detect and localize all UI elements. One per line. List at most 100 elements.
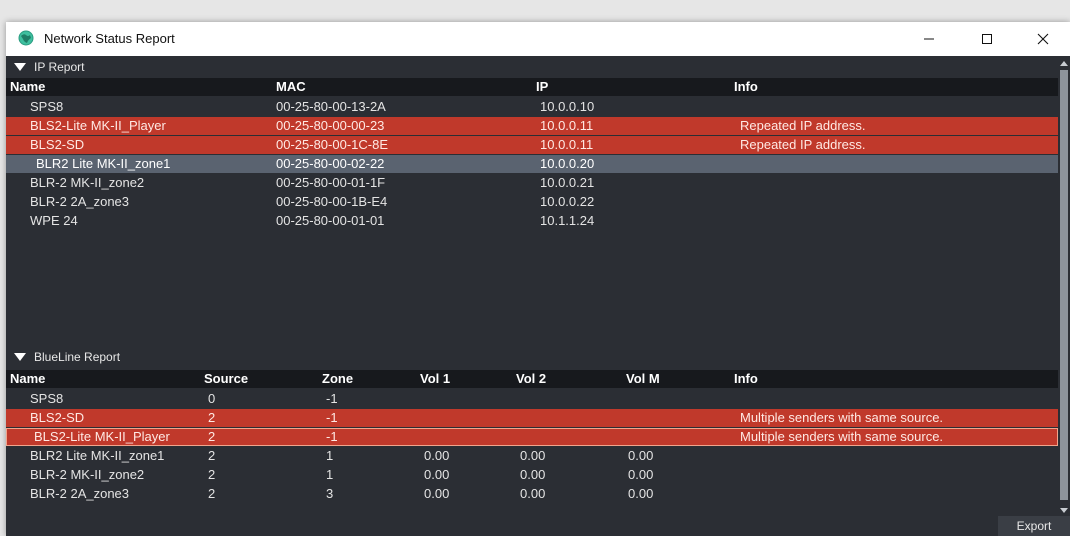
column-vol1[interactable]: Vol 1 [420, 370, 450, 388]
column-source[interactable]: Source [204, 370, 248, 388]
cell-ip: 10.0.0.11 [540, 137, 594, 152]
cell-vol1: 0.00 [424, 486, 450, 501]
cell-source: 2 [208, 429, 216, 444]
cell-zone: 3 [326, 486, 334, 501]
cell-zone: -1 [326, 410, 338, 425]
cell-info: Multiple senders with same source. [740, 429, 944, 444]
cell-volm: 0.00 [628, 486, 654, 501]
cell-info: Multiple senders with same source. [740, 410, 944, 425]
table-row[interactable]: BLS2-Lite MK-II_Player 2 -1 Multiple sender… [6, 428, 1058, 446]
cell-zone: -1 [326, 391, 338, 406]
cell-name: BLR2 Lite MK-II_zone1 [30, 448, 165, 463]
table-row[interactable]: WPE 24 00-25-80-00-01-01 10.1.1.24 [6, 212, 1058, 230]
cell-source: 2 [208, 448, 216, 463]
table-row[interactable]: SPS8 0 -1 [6, 390, 1058, 408]
maximize-icon [981, 33, 993, 45]
ip-report-title: IP Report [34, 60, 85, 74]
cell-vol2: 0.00 [520, 486, 546, 501]
network-globe-icon [18, 30, 34, 46]
scroll-down-icon[interactable] [1059, 506, 1069, 516]
cell-vol1: 0.00 [424, 448, 450, 463]
ip-report-column-header: Name MAC IP Info [6, 78, 1058, 96]
minimize-button[interactable] [906, 22, 952, 56]
column-zone[interactable]: Zone [322, 370, 353, 388]
cell-ip: 10.0.0.10 [540, 99, 595, 114]
cell-name: WPE 24 [30, 213, 78, 228]
cell-mac: 00-25-80-00-1B-E4 [276, 194, 388, 209]
cell-vol1: 0.00 [424, 467, 450, 482]
table-row[interactable]: BLS2-Lite MK-II_Player 00-25-80-00-00-23 1… [6, 117, 1058, 135]
cell-name: BLR-2 2A_zone3 [30, 486, 130, 501]
cell-name: BLR-2 MK-II_zone2 [30, 175, 145, 190]
cell-mac: 00-25-80-00-01-01 [276, 213, 385, 228]
cell-info: Repeated IP address. [740, 137, 866, 152]
table-row[interactable]: BLR-2 2A_zone3 00-25-80-00-1B-E4 10.0.0.22 [6, 193, 1058, 211]
cell-ip: 10.0.0.20 [540, 156, 595, 171]
blueline-report-title: BlueLine Report [34, 350, 121, 364]
cell-zone: -1 [326, 429, 338, 444]
title-bar[interactable]: Network Status Report [6, 22, 1070, 56]
cell-mac: 00-25-80-00-00-23 [276, 118, 385, 133]
blueline-report-column-header: Name Source Zone Vol 1 Vol 2 Vol M Info [6, 370, 1058, 388]
collapse-triangle-icon[interactable] [14, 353, 26, 361]
close-button[interactable] [1020, 22, 1066, 56]
cell-vol2: 0.00 [520, 467, 546, 482]
cell-source: 2 [208, 467, 216, 482]
minimize-icon [923, 33, 935, 45]
cell-volm: 0.00 [628, 467, 654, 482]
table-row[interactable]: BLR-2 MK-II_zone2 2 1 0.00 0.00 0.00 [6, 466, 1058, 484]
scroll-up-icon[interactable] [1059, 58, 1069, 68]
collapse-triangle-icon[interactable] [14, 63, 26, 71]
column-name[interactable]: Name [10, 370, 45, 388]
cell-name: BLS2-SD [30, 410, 85, 425]
column-ip[interactable]: IP [536, 78, 548, 96]
cell-source: 2 [208, 486, 216, 501]
table-row[interactable]: BLR-2 2A_zone3 2 3 0.00 0.00 0.00 [6, 485, 1058, 503]
cell-name: SPS8 [30, 99, 64, 114]
cell-source: 0 [208, 391, 216, 406]
table-row[interactable]: BLR-2 MK-II_zone2 00-25-80-00-01-1F 10.0.0… [6, 174, 1058, 192]
report-content: IP Report Name MAC IP Info SPS8 00-25-80-… [6, 56, 1070, 536]
export-txt-button[interactable]: Export TXT [998, 516, 1070, 536]
cell-name: BLS2-SD [30, 137, 85, 152]
column-vol2[interactable]: Vol 2 [516, 370, 546, 388]
cell-mac: 00-25-80-00-1C-8E [276, 137, 389, 152]
cell-name: BLR2 Lite MK-II_zone1 [36, 156, 171, 171]
table-row[interactable]: BLS2-SD 00-25-80-00-1C-8E 10.0.0.11 Repeate… [6, 136, 1058, 154]
cell-name: BLR-2 2A_zone3 [30, 194, 130, 209]
cell-vol2: 0.00 [520, 448, 546, 463]
column-info[interactable]: Info [734, 370, 758, 388]
blueline-report-header[interactable]: BlueLine Report [6, 348, 1058, 366]
maximize-button[interactable] [964, 22, 1010, 56]
cell-info: Repeated IP address. [740, 118, 866, 133]
cell-zone: 1 [326, 448, 334, 463]
cell-mac: 00-25-80-00-02-22 [276, 156, 385, 171]
window-title: Network Status Report [44, 31, 175, 46]
cell-name: BLR-2 MK-II_zone2 [30, 467, 145, 482]
column-info[interactable]: Info [734, 78, 758, 96]
scrollbar-thumb[interactable] [1060, 70, 1068, 500]
cell-mac: 00-25-80-00-01-1F [276, 175, 386, 190]
table-row[interactable]: SPS8 00-25-80-00-13-2A 10.0.0.10 [6, 98, 1058, 116]
vertical-scrollbar[interactable] [1058, 56, 1070, 526]
ip-report-header[interactable]: IP Report [6, 58, 1058, 76]
cell-ip: 10.0.0.11 [540, 118, 594, 133]
cell-ip: 10.1.1.24 [540, 213, 595, 228]
table-row[interactable]: BLR2 Lite MK-II_zone1 00-25-80-00-02-22 10… [6, 155, 1058, 173]
cell-zone: 1 [326, 467, 334, 482]
cell-ip: 10.0.0.21 [540, 175, 595, 190]
cell-ip: 10.0.0.22 [540, 194, 595, 209]
cell-name: BLS2-Lite MK-II_Player [30, 118, 166, 133]
cell-source: 2 [208, 410, 216, 425]
close-icon [1037, 33, 1049, 45]
cell-volm: 0.00 [628, 448, 654, 463]
cell-name: BLS2-Lite MK-II_Player [34, 429, 170, 444]
column-volm[interactable]: Vol M [626, 370, 660, 388]
network-status-window: Network Status Report IP Report Name MAC… [6, 22, 1070, 536]
column-mac[interactable]: MAC [276, 78, 306, 96]
table-row[interactable]: BLR2 Lite MK-II_zone1 2 1 0.00 0.00 0.00 [6, 447, 1058, 465]
cell-mac: 00-25-80-00-13-2A [276, 99, 386, 114]
table-row[interactable]: BLS2-SD 2 -1 Multiple senders with same sou… [6, 409, 1058, 427]
cell-name: SPS8 [30, 391, 64, 406]
column-name[interactable]: Name [10, 78, 45, 96]
